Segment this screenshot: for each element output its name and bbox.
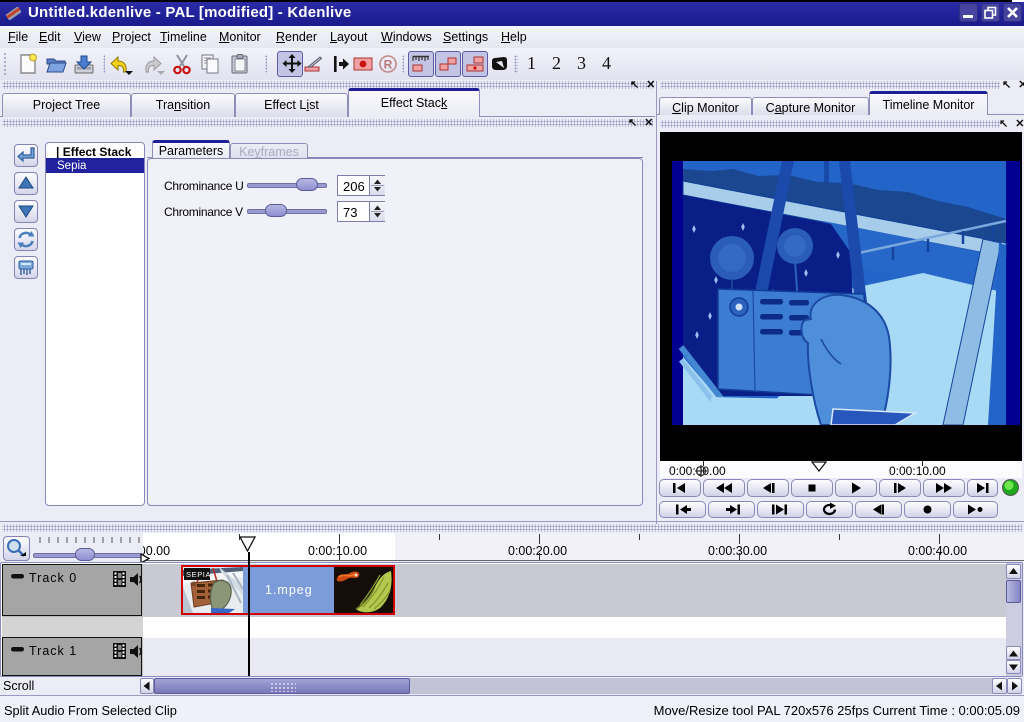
svg-text:R: R (384, 58, 393, 72)
